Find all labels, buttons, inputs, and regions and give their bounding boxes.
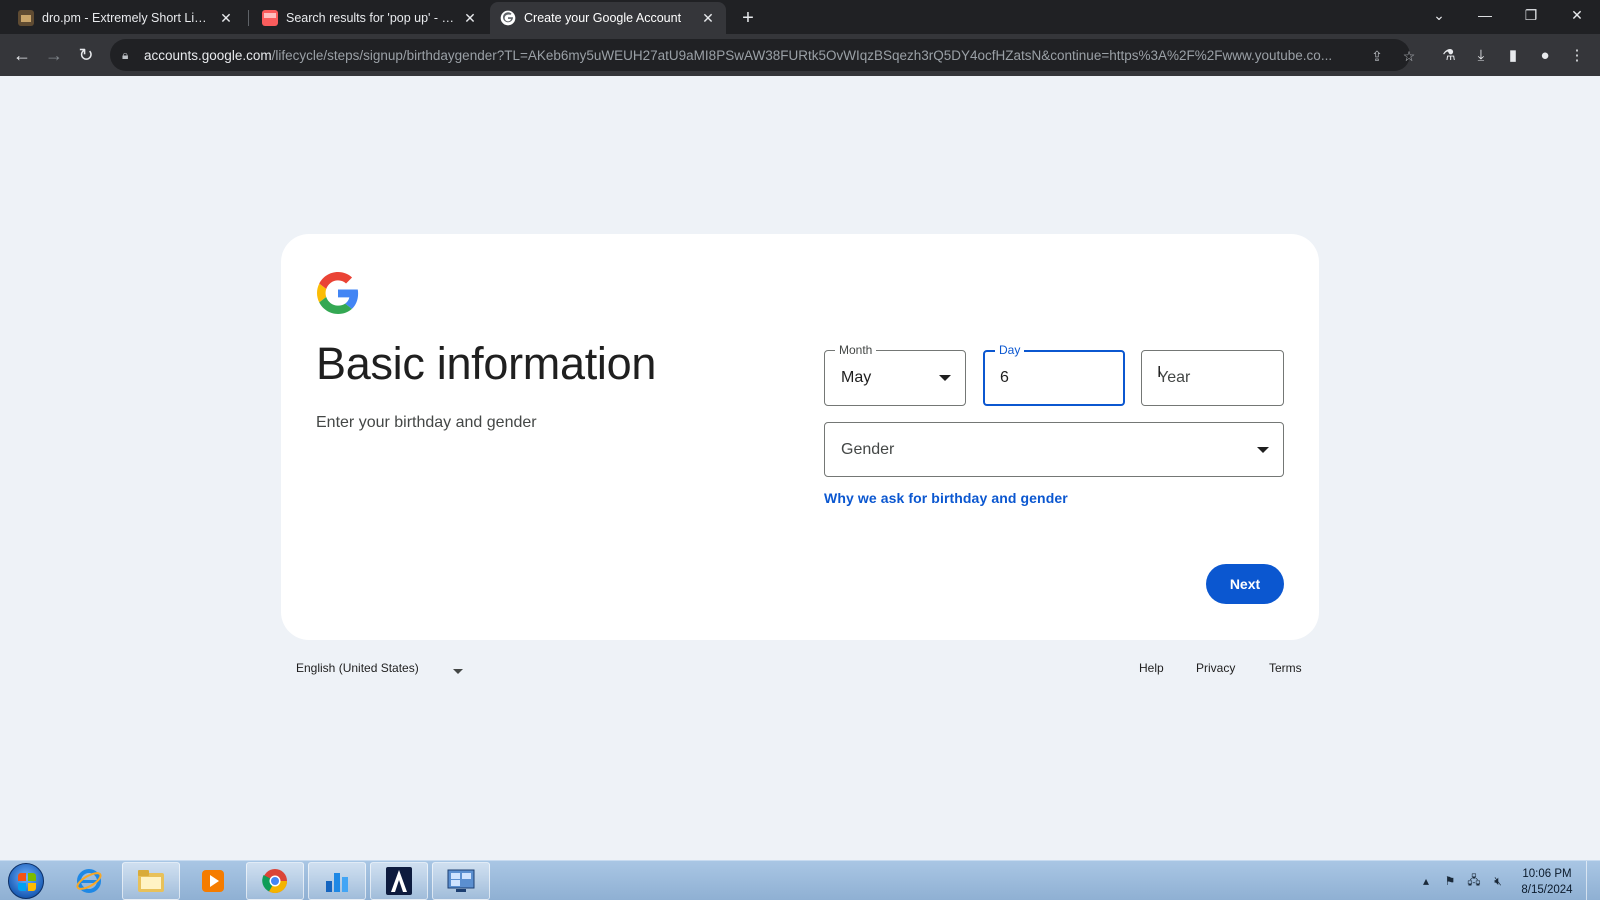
- windows-logo-icon: [18, 873, 36, 891]
- page-title: Basic information: [316, 338, 657, 389]
- media-player-icon[interactable]: [184, 862, 242, 900]
- page-subtitle: Enter your birthday and gender: [316, 414, 537, 431]
- signup-card: Basic information Enter your birthday an…: [281, 234, 1319, 640]
- help-link[interactable]: Help: [1139, 661, 1164, 675]
- forward-button[interactable]: →: [40, 41, 68, 69]
- minimize-button[interactable]: —: [1462, 0, 1508, 30]
- year-placeholder: Year: [1158, 369, 1191, 386]
- tab-dro-pm[interactable]: dro.pm - Extremely Short Links ✕: [8, 2, 244, 34]
- profile-icon[interactable]: ●: [1534, 44, 1556, 66]
- new-tab-button[interactable]: +: [736, 6, 760, 30]
- text-cursor-icon: I: [1157, 364, 1162, 381]
- tab-strip: dro.pm - Extremely Short Links ✕ Search …: [0, 0, 1600, 34]
- gender-placeholder: Gender: [841, 440, 895, 458]
- system-clock[interactable]: 10:06 PM 8/15/2024: [1512, 866, 1582, 898]
- show-hidden-icons-icon[interactable]: ▴: [1418, 873, 1434, 889]
- next-button[interactable]: Next: [1206, 564, 1284, 604]
- google-logo-icon: [317, 272, 359, 314]
- tab-title: Create your Google Account: [524, 11, 682, 25]
- start-button[interactable]: [8, 863, 44, 899]
- close-icon[interactable]: ✕: [700, 10, 716, 26]
- privacy-link[interactable]: Privacy: [1196, 661, 1235, 675]
- network-icon[interactable]: 🖧︎: [1466, 873, 1482, 889]
- app-arrow-icon[interactable]: [370, 862, 428, 900]
- volume-muted-icon[interactable]: 🔇︎: [1490, 873, 1506, 889]
- chrome-icon[interactable]: [246, 862, 304, 900]
- url-text[interactable]: accounts.google.com/lifecycle/steps/sign…: [144, 48, 1354, 63]
- day-input[interactable]: Day 6: [983, 343, 1125, 406]
- show-desktop-button[interactable]: [1586, 861, 1600, 900]
- tab-search-chevron-icon[interactable]: ⌄: [1416, 0, 1462, 30]
- internet-explorer-icon[interactable]: [60, 862, 118, 900]
- file-explorer-icon[interactable]: [122, 862, 180, 900]
- labs-flask-icon[interactable]: ⚗: [1438, 44, 1460, 66]
- dropdown-caret-icon: [939, 375, 951, 381]
- language-caret-icon[interactable]: [453, 669, 463, 674]
- clock-date: 8/15/2024: [1521, 884, 1573, 896]
- windows-taskbar: ▴ ⚑ 🖧︎ 🔇︎ 10:06 PM 8/15/2024: [0, 860, 1600, 900]
- tab-title: dro.pm - Extremely Short Links: [42, 11, 212, 25]
- tab-itch-io[interactable]: Search results for 'pop up' - itch.io ✕: [252, 2, 488, 34]
- reload-button[interactable]: ↻: [72, 41, 100, 69]
- share-icon[interactable]: ⇪: [1366, 45, 1388, 67]
- url-host: accounts.google.com: [144, 47, 272, 63]
- side-panel-icon[interactable]: ▮: [1502, 44, 1524, 66]
- tab-google-account[interactable]: Create your Google Account ✕: [490, 2, 726, 34]
- dropdown-caret-icon: [1257, 446, 1269, 453]
- close-window-button[interactable]: ✕: [1554, 0, 1600, 30]
- back-button[interactable]: ←: [8, 41, 36, 69]
- day-value: 6: [1000, 369, 1009, 386]
- address-bar[interactable]: 🔒︎ accounts.google.com/lifecycle/steps/s…: [110, 39, 1415, 71]
- clock-time: 10:06 PM: [1522, 868, 1572, 880]
- tab-title: Search results for 'pop up' - itch.io: [286, 11, 456, 25]
- tab-divider: [248, 10, 249, 26]
- dro-pm-favicon-icon: [18, 10, 34, 26]
- why-birthday-gender-link[interactable]: Why we ask for birthday and gender: [824, 490, 1068, 506]
- app-bars-icon[interactable]: [308, 862, 366, 900]
- month-select[interactable]: Month May: [824, 343, 966, 406]
- gender-select[interactable]: Gender: [824, 422, 1284, 477]
- close-icon[interactable]: ✕: [218, 10, 234, 26]
- action-center-flag-icon[interactable]: ⚑: [1442, 873, 1458, 889]
- year-input[interactable]: Year: [1141, 350, 1284, 406]
- terms-link[interactable]: Terms: [1269, 661, 1302, 675]
- google-favicon-icon: [500, 10, 516, 26]
- language-select[interactable]: English (United States): [296, 661, 419, 675]
- itch-io-favicon-icon: [262, 10, 278, 26]
- restore-button[interactable]: ❐: [1508, 0, 1554, 30]
- menu-kebab-icon[interactable]: ⋮: [1566, 44, 1588, 66]
- close-icon[interactable]: ✕: [462, 10, 478, 26]
- control-panel-icon[interactable]: [432, 862, 490, 900]
- lock-icon: 🔒︎: [122, 47, 129, 62]
- url-path: /lifecycle/steps/signup/birthdaygender?T…: [271, 47, 1333, 63]
- month-value: May: [841, 369, 872, 386]
- bookmark-star-icon[interactable]: ☆: [1398, 45, 1420, 67]
- download-icon[interactable]: ⤓: [1470, 44, 1492, 66]
- browser-toolbar: ← → ↻ 🔒︎ accounts.google.com/lifecycle/s…: [0, 34, 1600, 76]
